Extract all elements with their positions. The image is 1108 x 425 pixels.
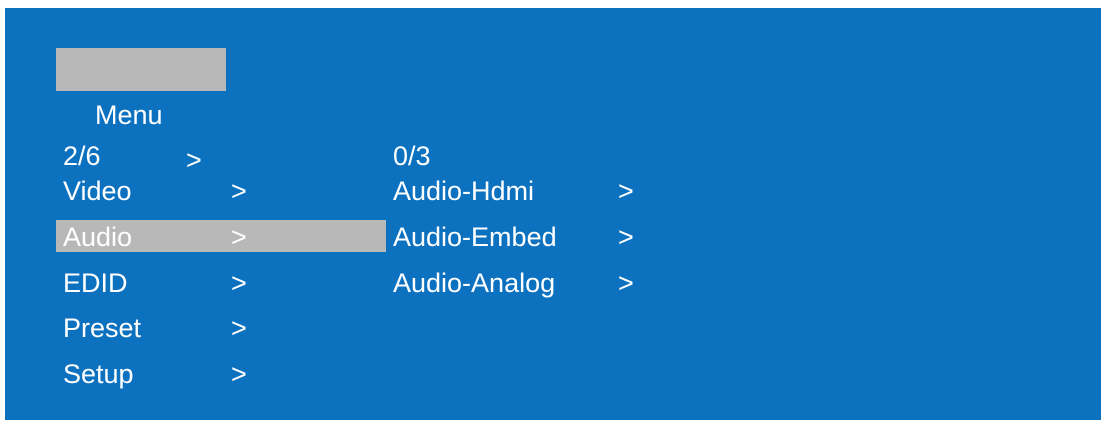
chevron-right-icon: > (231, 359, 247, 389)
sub-menu-item-audio-embed[interactable]: Audio-Embed > (386, 220, 686, 252)
chevron-right-icon: > (618, 222, 634, 252)
main-menu-item-audio[interactable]: Audio > (56, 220, 386, 252)
main-menu-counter: 2/6 (63, 141, 101, 171)
osd-screen: Menu > 2/6 0/3 Video > Audio > EDID > Pr… (5, 8, 1101, 420)
chevron-right-icon: > (231, 176, 247, 206)
main-menu-item-setup[interactable]: Setup > (56, 357, 386, 389)
main-menu-item-label: EDID (63, 268, 128, 298)
chevron-right-icon: > (618, 268, 634, 298)
menu-title-label: Menu (95, 100, 163, 130)
chevron-right-icon: > (618, 176, 634, 206)
sub-menu-item-audio-hdmi[interactable]: Audio-Hdmi > (386, 174, 686, 206)
sub-menu-item-audio-analog[interactable]: Audio-Analog > (386, 266, 686, 298)
chevron-right-icon: > (231, 313, 247, 343)
main-menu-item-label: Audio (63, 222, 133, 252)
main-menu-item-label: Video (63, 176, 132, 206)
main-menu-item-edid[interactable]: EDID > (56, 266, 386, 298)
chevron-right-icon: > (231, 222, 247, 252)
main-menu-item-preset[interactable]: Preset > (56, 311, 386, 343)
sub-menu-item-label: Audio-Hdmi (393, 176, 535, 206)
chevron-right-icon: > (231, 268, 247, 298)
main-menu-item-video[interactable]: Video > (56, 174, 386, 206)
sub-menu-item-label: Audio-Analog (393, 268, 556, 298)
sub-menu-counter: 0/3 (393, 141, 431, 171)
main-menu-item-label: Preset (63, 313, 142, 343)
sub-menu-item-label: Audio-Embed (393, 222, 557, 252)
menu-title-bar[interactable]: Menu > (56, 48, 226, 175)
main-menu-item-label: Setup (63, 359, 134, 389)
